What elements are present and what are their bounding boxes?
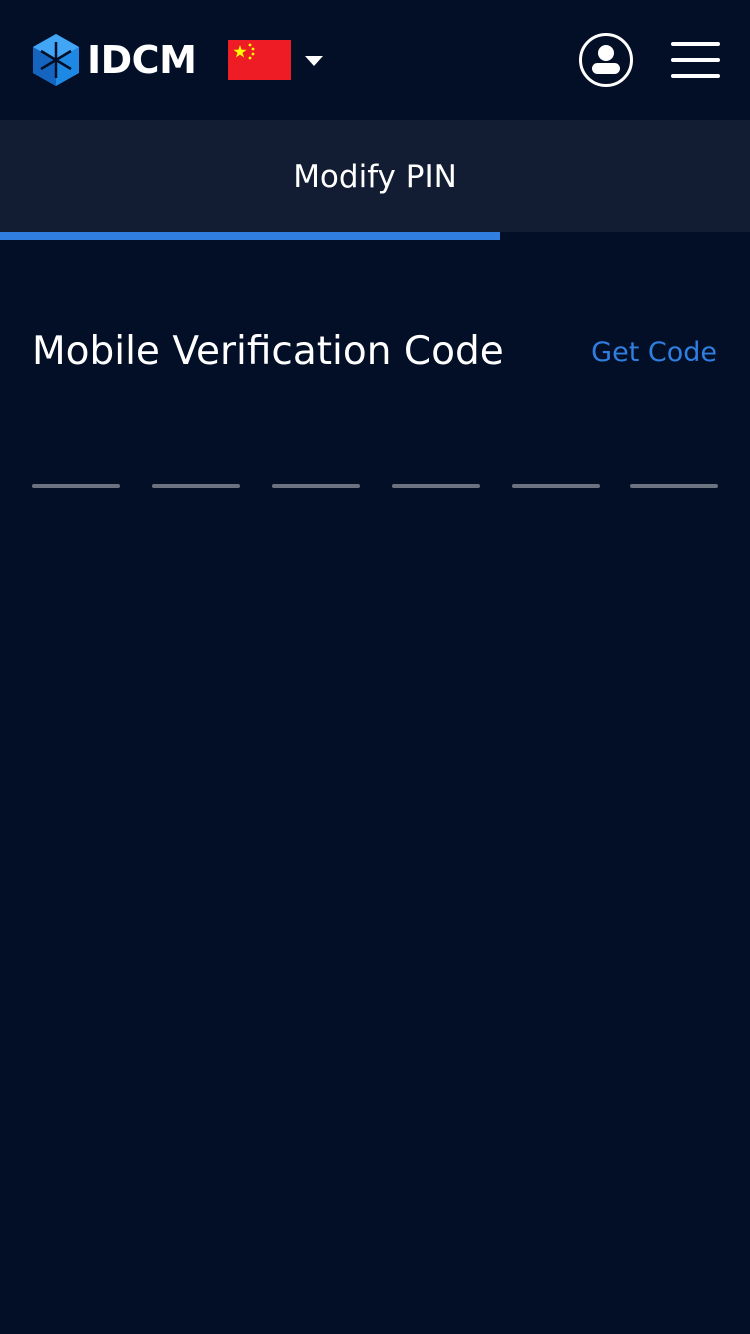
code-digit-input-5[interactable]: [512, 440, 600, 488]
idcm-cube-icon: [33, 34, 79, 86]
brand-logo[interactable]: IDCM: [33, 34, 209, 86]
logo-text: IDCM: [87, 38, 197, 82]
china-flag-icon[interactable]: [228, 40, 291, 80]
modify-pin-page: IDCM Modify PIN Mobile Verification Code…: [0, 0, 750, 1334]
tab-modify-pin[interactable]: Modify PIN: [0, 120, 750, 232]
hamburger-menu-icon[interactable]: [671, 42, 720, 78]
code-digit-input-4[interactable]: [392, 440, 480, 488]
caret-down-icon[interactable]: [305, 56, 323, 66]
active-tab-indicator: [0, 232, 500, 240]
code-digit-input-2[interactable]: [152, 440, 240, 488]
code-digit-input-3[interactable]: [272, 440, 360, 488]
get-code-button[interactable]: Get Code: [591, 334, 717, 372]
code-digit-input-6[interactable]: [630, 440, 718, 488]
top-bar: IDCM: [0, 0, 750, 120]
tab-bar: Modify PIN: [0, 120, 750, 232]
code-digit-input-1[interactable]: [32, 440, 120, 488]
user-icon[interactable]: [579, 33, 633, 87]
verification-code-label: Mobile Verification Code: [32, 329, 504, 374]
